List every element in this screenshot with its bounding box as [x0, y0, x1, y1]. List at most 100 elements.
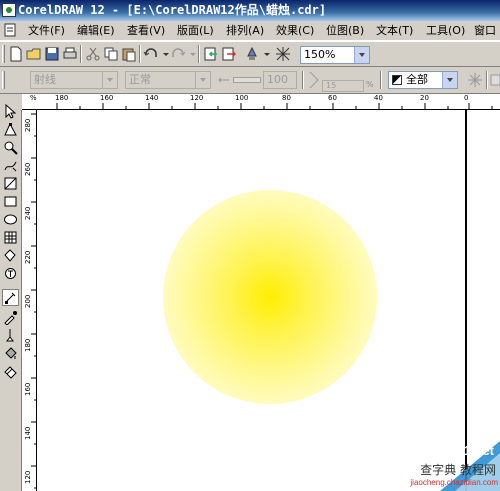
toolbar-separator [486, 71, 488, 89]
toolbar-separator [198, 45, 200, 63]
chevron-down-icon[interactable] [442, 72, 457, 88]
zoom-tool-icon[interactable] [3, 140, 18, 155]
menu-effects-label: 效果 [276, 24, 298, 37]
print-icon[interactable] [62, 46, 78, 62]
menu-effects-accel: (C) [298, 24, 315, 37]
menu-view[interactable]: 查看(V) [127, 21, 165, 40]
paste-icon[interactable] [121, 46, 137, 62]
menu-bar: 文件(F) 编辑(E) 查看(V) 版面(L) 排列(A) 效果(C) 位图(B… [0, 21, 500, 41]
shape-tool-icon[interactable] [3, 122, 18, 137]
copy-transparency-icon[interactable] [490, 72, 500, 88]
angle-spinner-icon[interactable] [308, 70, 320, 90]
angle-value: 15 [326, 81, 337, 90]
menu-bitmaps-label: 位图 [326, 24, 348, 37]
toolbox [0, 94, 22, 491]
toolbar-separator [139, 45, 141, 63]
standard-toolbar: 150% [0, 41, 500, 67]
midpoint-input[interactable]: 100 [263, 71, 297, 89]
eyedropper-tool-icon[interactable] [3, 310, 18, 325]
menu-layout[interactable]: 版面(L) [177, 21, 214, 40]
transparency-target-icon [392, 75, 402, 85]
title-bar: CorelDRAW 12 - [E:\CorelDRAW12作品\蜡烛.cdr] [0, 0, 500, 21]
horizontal-ruler[interactable]: % 180 160 140 120 100 80 60 40 20 0 [22, 94, 500, 110]
menu-text-accel: (T) [398, 24, 414, 37]
menu-bitmaps[interactable]: 位图(B) [326, 21, 364, 40]
menu-window[interactable]: 窗口 [474, 21, 496, 40]
menu-edit[interactable]: 编辑(E) [77, 21, 115, 40]
zoom-level-dropdown[interactable]: 150% [300, 46, 370, 64]
angle-unit: % [366, 80, 374, 89]
menu-edit-label: 编辑 [77, 24, 99, 37]
property-bar: 射线 正常 100 15 % 全部 [0, 67, 500, 94]
toolbar-grip[interactable] [2, 45, 5, 63]
freehand-tool-icon[interactable] [3, 158, 18, 173]
basic-shapes-tool-icon[interactable] [3, 248, 18, 263]
menu-view-accel: (V) [149, 24, 166, 37]
chevron-down-icon[interactable] [102, 72, 117, 88]
window-title: CorelDRAW 12 - [E:\CorelDRAW12作品\蜡烛.cdr] [18, 3, 327, 17]
import-icon[interactable] [203, 46, 219, 62]
angle-input[interactable]: 15 [322, 80, 364, 92]
undo-icon[interactable] [143, 46, 159, 62]
menu-arrange-label: 排列 [226, 24, 248, 37]
watermark-site: jb51.net [444, 443, 494, 458]
application-launcher-icon[interactable] [244, 46, 260, 62]
midpoint-slider[interactable] [233, 77, 261, 83]
font-dropdown-value: 射线 [34, 73, 56, 86]
menu-arrange-accel: (A) [248, 24, 265, 37]
redo-icon[interactable] [170, 46, 186, 62]
interactive-transparency-tool-icon[interactable] [2, 289, 19, 306]
redo-dropdown-icon[interactable] [185, 46, 196, 62]
coreldraw-app-icon[interactable] [2, 3, 16, 17]
menu-tools-label: 工具 [426, 24, 448, 37]
toolbar-separator [380, 71, 382, 89]
undo-dropdown-icon[interactable] [158, 46, 169, 62]
menu-tools[interactable]: 工具(O) [426, 21, 465, 40]
ellipse-tool-icon[interactable] [3, 212, 18, 227]
menu-text[interactable]: 文本(T) [376, 21, 413, 40]
fill-tool-icon[interactable] [3, 346, 18, 361]
text-tool-icon[interactable] [3, 266, 18, 281]
open-folder-icon[interactable] [26, 46, 42, 62]
font-dropdown[interactable]: 射线 [30, 71, 118, 89]
copy-icon[interactable] [103, 46, 119, 62]
chevron-down-icon[interactable] [354, 47, 369, 63]
menu-layout-label: 版面 [177, 24, 199, 37]
launcher-dropdown-icon[interactable] [259, 46, 270, 62]
vertical-ruler-ticks [31, 113, 36, 489]
transparency-target-dropdown[interactable]: 全部 [388, 71, 458, 89]
outline-tool-icon[interactable] [3, 328, 18, 343]
corel-online-icon[interactable] [275, 46, 291, 62]
menu-tools-accel: (O) [448, 24, 466, 37]
menu-view-label: 查看 [127, 24, 149, 37]
menu-file-accel: (F) [50, 24, 65, 37]
save-icon[interactable] [44, 46, 60, 62]
graph-paper-tool-icon[interactable] [3, 230, 18, 245]
new-document-icon[interactable] [8, 46, 24, 62]
menu-layout-accel: (L) [199, 24, 214, 37]
menu-file[interactable]: 文件(F) [28, 21, 65, 40]
vertical-ruler[interactable]: 280 260 240 220 200 180 160 140 120 [22, 110, 37, 491]
toolbar-grip[interactable] [2, 71, 5, 89]
radial-gradient-ellipse[interactable] [163, 190, 377, 404]
midpoint-icon [217, 73, 231, 87]
watermark-brand: 查字典 教程网 [420, 463, 496, 477]
watermark-url: jiaocheng.chazidian.com [410, 478, 498, 487]
document-icon[interactable] [3, 23, 17, 37]
menu-arrange[interactable]: 排列(A) [226, 21, 264, 40]
menu-text-label: 文本 [376, 24, 398, 37]
smart-fill-tool-icon[interactable] [3, 176, 18, 191]
rectangle-tool-icon[interactable] [3, 194, 18, 209]
chevron-down-icon[interactable] [195, 72, 210, 88]
interactive-fill-tool-icon[interactable] [3, 364, 18, 379]
watermark-logo: jb51.net 查字典 教程网 jiaocheng.chazidian.com [360, 421, 500, 491]
cut-icon[interactable] [85, 46, 101, 62]
merge-mode-dropdown[interactable]: 正常 [125, 71, 211, 89]
freeze-transparency-icon[interactable] [467, 72, 483, 88]
zoom-level-value: 150% [304, 48, 336, 61]
horizontal-ruler-ticks [56, 103, 493, 109]
menu-bitmaps-accel: (B) [348, 24, 365, 37]
menu-effects[interactable]: 效果(C) [276, 21, 314, 40]
export-icon[interactable] [221, 46, 237, 62]
merge-mode-value: 正常 [129, 73, 151, 86]
